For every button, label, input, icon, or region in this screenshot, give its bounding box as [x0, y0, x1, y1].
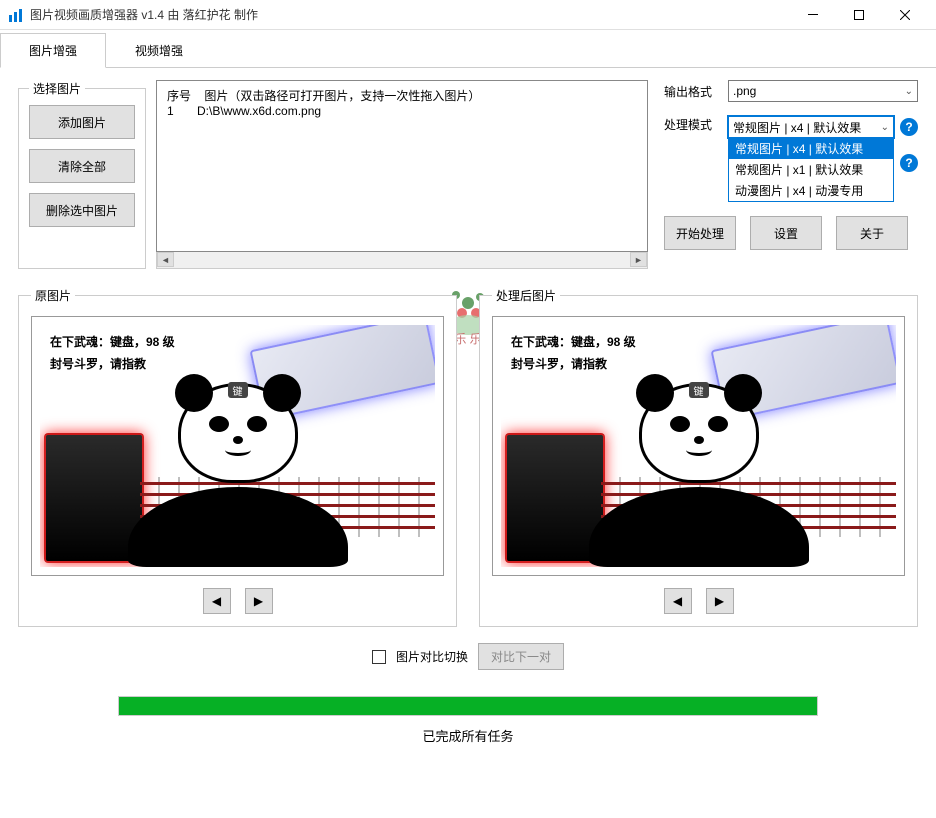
compare-toggle-label: 图片对比切换: [396, 648, 468, 665]
select-image-fieldset: 选择图片 添加图片 清除全部 删除选中图片: [18, 80, 146, 269]
triangle-left-icon: ◀: [212, 594, 221, 608]
tab-video-enhance[interactable]: 视频增强: [106, 33, 212, 68]
output-format-value: .png: [733, 84, 756, 98]
compare-toggle-checkbox[interactable]: [372, 650, 386, 664]
prev-image-button[interactable]: ◀: [664, 588, 692, 614]
prev-image-button[interactable]: ◀: [203, 588, 231, 614]
original-image: 在下武魂：键盘，98 级 封号斗罗，请指教 键: [40, 325, 435, 567]
close-icon: [900, 10, 910, 20]
minimize-icon: [808, 14, 818, 15]
file-list-row[interactable]: 1 D:\B\www.x6d.com.png: [167, 104, 637, 118]
titlebar: 图片视频画质增强器 v1.4 由 落红护花 制作: [0, 0, 936, 30]
progress-fill: [119, 697, 817, 715]
processed-image-frame: 在下武魂：键盘，98 级 封号斗罗，请指教 键: [492, 316, 905, 576]
processing-mode-select[interactable]: 常规图片 | x4 | 默认效果 ⌄: [728, 116, 894, 138]
window-title: 图片视频画质增强器 v1.4 由 落红护花 制作: [30, 6, 790, 23]
maximize-icon: [854, 10, 864, 20]
compare-next-pair-button[interactable]: 对比下一对: [478, 643, 564, 670]
mode-option[interactable]: 常规图片 | x1 | 默认效果: [729, 159, 893, 180]
tab-image-enhance[interactable]: 图片增强: [0, 33, 106, 68]
processing-mode-dropdown: 常规图片 | x4 | 默认效果 常规图片 | x1 | 默认效果 动漫图片 |…: [728, 137, 894, 202]
file-list-header: 序号 图片（双击路径可打开图片，支持一次性拖入图片）: [167, 87, 637, 104]
mode-option[interactable]: 动漫图片 | x4 | 动漫专用: [729, 180, 893, 201]
processing-mode-label: 处理模式: [664, 116, 722, 133]
file-list[interactable]: 序号 图片（双击路径可打开图片，支持一次性拖入图片） 1 D:\B\www.x6…: [156, 80, 648, 252]
clear-all-button[interactable]: 清除全部: [29, 149, 135, 183]
scroll-right-arrow-icon[interactable]: ►: [630, 252, 647, 267]
mode-option[interactable]: 常规图片 | x4 | 默认效果: [729, 138, 893, 159]
output-format-label: 输出格式: [664, 83, 722, 100]
scroll-left-arrow-icon[interactable]: ◄: [157, 252, 174, 267]
horizontal-scrollbar[interactable]: ◄ ►: [156, 252, 648, 269]
progress-status-text: 已完成所有任务: [118, 726, 818, 745]
next-image-button[interactable]: ▶: [706, 588, 734, 614]
start-processing-button[interactable]: 开始处理: [664, 216, 736, 250]
add-image-button[interactable]: 添加图片: [29, 105, 135, 139]
about-button[interactable]: 关于: [836, 216, 908, 250]
output-format-select[interactable]: .png ⌄: [728, 80, 918, 102]
select-image-legend: 选择图片: [29, 80, 85, 97]
processing-mode-value: 常规图片 | x4 | 默认效果: [733, 119, 861, 136]
triangle-right-icon: ▶: [715, 594, 724, 608]
triangle-right-icon: ▶: [254, 594, 263, 608]
close-button[interactable]: [882, 0, 928, 30]
original-image-panel: 原图片 在下武魂：键盘，98 级 封号斗罗，请指教 键: [18, 287, 457, 627]
app-icon: [8, 7, 24, 23]
progress-bar: [118, 696, 818, 716]
settings-button[interactable]: 设置: [750, 216, 822, 250]
scroll-track[interactable]: [174, 252, 630, 268]
chevron-down-icon: ⌄: [881, 122, 889, 133]
processed-image: 在下武魂：键盘，98 级 封号斗罗，请指教 键: [501, 325, 896, 567]
next-image-button[interactable]: ▶: [245, 588, 273, 614]
tab-bar: 图片增强 视频增强: [0, 32, 936, 68]
processed-image-panel: 处理后图片 在下武魂：键盘，98 级 封号斗罗，请指教 键: [479, 287, 918, 627]
processed-image-legend: 处理后图片: [492, 287, 560, 304]
delete-selected-button[interactable]: 删除选中图片: [29, 193, 135, 227]
meme-text: 在下武魂：键盘，98 级 封号斗罗，请指教: [50, 331, 175, 376]
chevron-down-icon: ⌄: [905, 86, 913, 97]
maximize-button[interactable]: [836, 0, 882, 30]
help-icon[interactable]: ?: [900, 154, 918, 172]
meme-text: 在下武魂：键盘，98 级 封号斗罗，请指教: [511, 331, 636, 376]
triangle-left-icon: ◀: [673, 594, 682, 608]
help-icon[interactable]: ?: [900, 118, 918, 136]
original-image-frame: 在下武魂：键盘，98 级 封号斗罗，请指教 键: [31, 316, 444, 576]
minimize-button[interactable]: [790, 0, 836, 30]
original-image-legend: 原图片: [31, 287, 75, 304]
